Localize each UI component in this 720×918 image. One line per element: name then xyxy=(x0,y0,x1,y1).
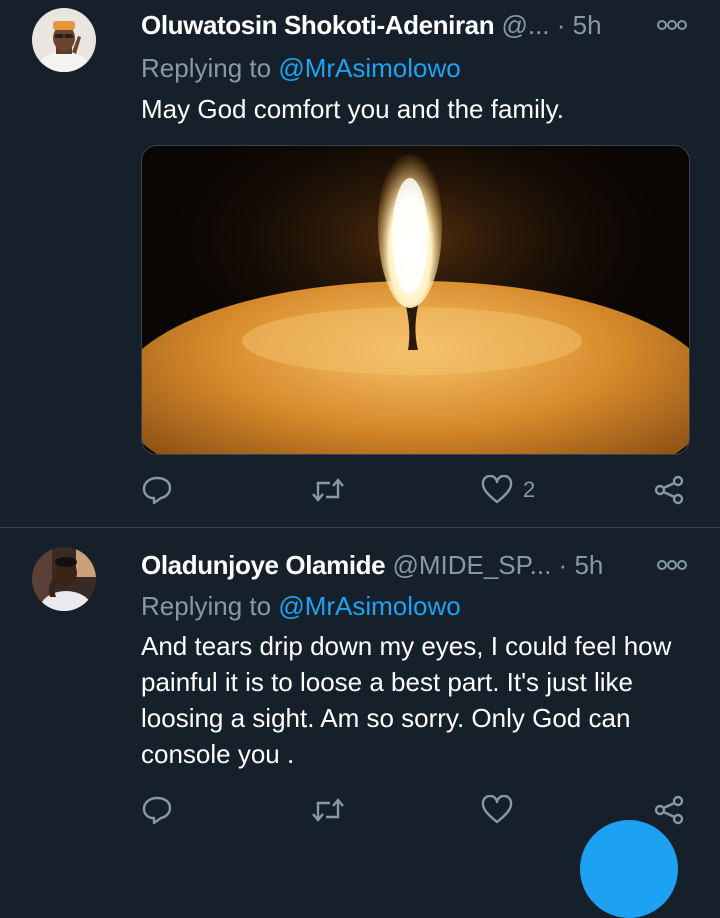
share-icon xyxy=(654,475,684,505)
mention-link[interactable]: @MrAsimolowo xyxy=(278,53,460,83)
author-handle[interactable]: @MIDE_SP... xyxy=(392,550,551,580)
share-icon xyxy=(654,795,684,825)
heart-icon xyxy=(481,795,513,824)
tweet-media[interactable] xyxy=(141,145,690,455)
retweet-icon xyxy=(312,478,344,502)
more-options-button[interactable] xyxy=(656,10,688,40)
replying-to: Replying to @MrAsimolowo xyxy=(141,590,461,622)
like-count: 2 xyxy=(523,477,536,502)
author-name[interactable]: Oluwatosin Shokoti-Adeniran xyxy=(141,10,495,40)
tweet[interactable]: Oluwatosin Shokoti-Adeniran @... · 5h Re… xyxy=(0,0,720,527)
like-button[interactable]: 2 xyxy=(481,470,535,510)
tweet-actions: 2 xyxy=(141,470,691,510)
retweet-icon xyxy=(312,798,344,822)
compose-tweet-button[interactable] xyxy=(580,820,678,918)
separator-dot: · xyxy=(558,550,568,580)
retweet-button[interactable] xyxy=(311,470,355,510)
reply-icon xyxy=(142,476,172,505)
like-button[interactable] xyxy=(481,790,523,830)
replying-to: Replying to @MrAsimolowo xyxy=(141,52,461,84)
more-options-button[interactable] xyxy=(656,550,688,580)
tweet-text: And tears drip down my eyes, I could fee… xyxy=(141,631,672,769)
timestamp[interactable]: 5h xyxy=(574,550,603,580)
avatar-image xyxy=(32,547,96,611)
avatar[interactable] xyxy=(32,547,96,611)
author-name[interactable]: Oladunjoye Olamide xyxy=(141,550,386,580)
reply-icon xyxy=(142,796,172,825)
tweet-text: May God comfort you and the family. xyxy=(141,94,564,124)
author-handle[interactable]: @... xyxy=(501,10,549,40)
separator-dot: · xyxy=(556,10,566,40)
avatar[interactable] xyxy=(32,8,96,72)
heart-icon xyxy=(481,475,513,504)
retweet-button[interactable] xyxy=(311,790,355,830)
tweet-header: Oluwatosin Shokoti-Adeniran @... · 5h xyxy=(141,10,602,40)
tweet-header: Oladunjoye Olamide @MIDE_SP... · 5h xyxy=(141,550,603,580)
reply-button[interactable] xyxy=(141,470,183,510)
tweet[interactable]: Oladunjoye Olamide @MIDE_SP... · 5h Repl… xyxy=(0,528,720,845)
more-options-icon xyxy=(657,20,687,30)
replying-prefix: Replying to xyxy=(141,53,279,83)
reply-button[interactable] xyxy=(141,790,183,830)
share-button[interactable] xyxy=(653,790,685,830)
candle-image xyxy=(142,146,689,454)
avatar-image xyxy=(32,8,96,72)
share-button[interactable] xyxy=(653,470,685,510)
mention-link[interactable]: @MrAsimolowo xyxy=(278,591,460,621)
timestamp[interactable]: 5h xyxy=(573,10,602,40)
replying-prefix: Replying to xyxy=(141,591,279,621)
more-options-icon xyxy=(657,560,687,570)
